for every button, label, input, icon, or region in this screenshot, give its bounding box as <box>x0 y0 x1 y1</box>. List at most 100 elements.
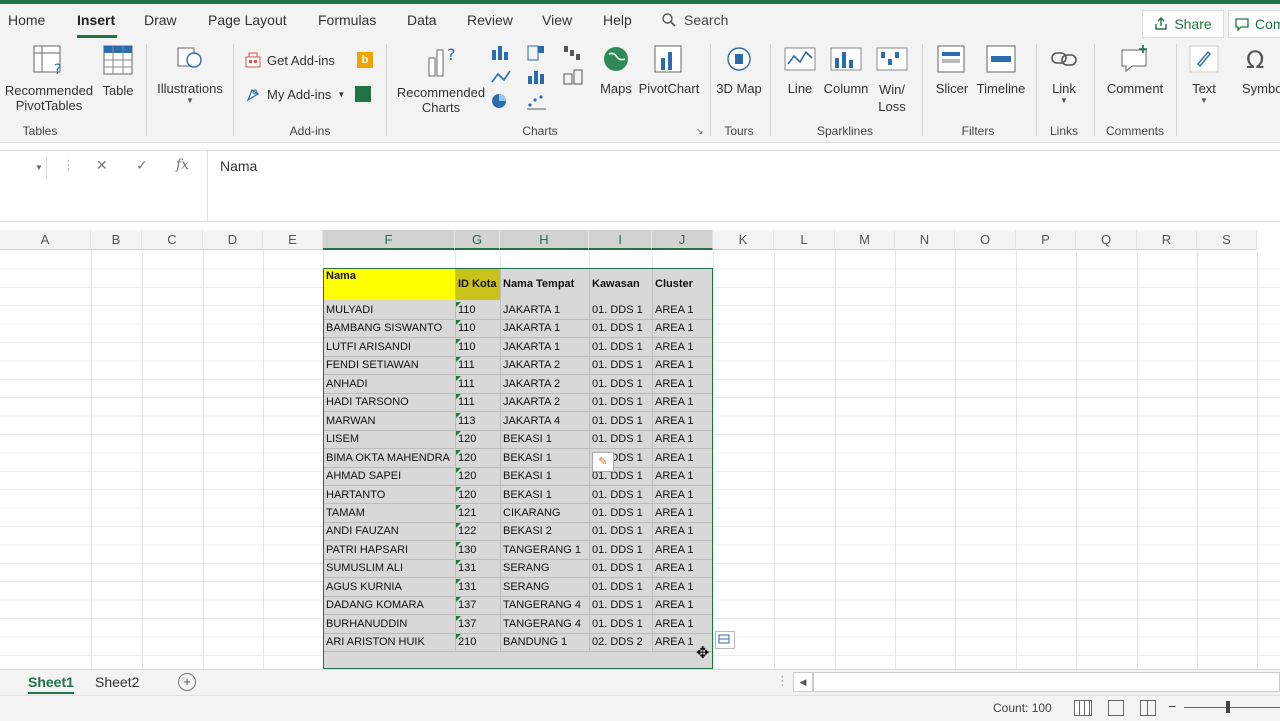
table-cell[interactable]: AREA 1 <box>652 467 713 485</box>
column-header-r[interactable]: R <box>1137 230 1197 250</box>
column-header-g[interactable]: G <box>455 230 500 250</box>
table-cell[interactable]: AREA 1 <box>652 578 713 596</box>
header-cell-nama[interactable]: Nama <box>323 270 455 282</box>
table-cell[interactable]: AREA 1 <box>652 486 713 504</box>
table-cell[interactable]: 01. DDS 1 <box>589 559 652 577</box>
table-cell[interactable]: AREA 1 <box>652 430 713 448</box>
symbols-button[interactable]: Ω Symbo <box>1236 44 1280 96</box>
table-cell[interactable]: BANDUNG 1 <box>500 633 589 651</box>
scroll-left-icon[interactable]: ◀ <box>793 672 813 692</box>
table-cell[interactable]: BEKASI 1 <box>500 467 589 485</box>
waterfall-chart-icon[interactable] <box>562 44 584 62</box>
column-header-h[interactable]: H <box>500 230 589 250</box>
table-cell[interactable]: TAMAM <box>323 504 455 522</box>
timeline-button[interactable]: Timeline <box>974 44 1028 96</box>
table-cell[interactable]: JAKARTA 2 <box>500 393 589 411</box>
zoom-slider[interactable] <box>1184 707 1280 708</box>
table-cell[interactable]: BAMBANG SISWANTO <box>323 319 455 337</box>
tab-data[interactable]: Data <box>407 12 437 28</box>
table-cell[interactable]: 01. DDS 1 <box>589 412 652 430</box>
table-cell[interactable]: ARI ARISTON HUIK <box>323 633 455 651</box>
formula-input[interactable]: Nama <box>207 151 1280 221</box>
link-button[interactable]: Link ▼ <box>1044 44 1084 105</box>
dialog-launcher-icon[interactable]: ↘ <box>696 126 704 137</box>
column-header-f[interactable]: F <box>323 230 455 250</box>
table-cell[interactable]: 01. DDS 1 <box>589 615 652 633</box>
table-cell[interactable]: 111 <box>455 356 500 374</box>
table-cell[interactable]: AREA 1 <box>652 412 713 430</box>
table-cell[interactable]: AREA 1 <box>652 338 713 356</box>
table-cell[interactable]: AREA 1 <box>652 596 713 614</box>
sheet-tab-sheet1[interactable]: Sheet1 <box>28 674 74 694</box>
column-chart-icon[interactable] <box>490 44 512 62</box>
page-layout-view-icon[interactable] <box>1108 700 1124 716</box>
table-cell[interactable]: 130 <box>455 541 500 559</box>
tab-draw[interactable]: Draw <box>144 12 177 28</box>
column-header-p[interactable]: P <box>1016 230 1076 250</box>
table-cell[interactable]: AREA 1 <box>652 375 713 393</box>
text-button[interactable]: Text ▼ <box>1186 44 1222 105</box>
table-cell[interactable]: ANDI FAUZAN <box>323 522 455 540</box>
normal-view-icon[interactable] <box>1074 700 1092 716</box>
table-cell[interactable]: 137 <box>455 615 500 633</box>
table-cell[interactable]: 01. DDS 1 <box>589 578 652 596</box>
tab-help[interactable]: Help <box>603 12 632 28</box>
column-header-j[interactable]: J <box>652 230 713 250</box>
tab-page-layout[interactable]: Page Layout <box>208 12 287 28</box>
table-cell[interactable]: AREA 1 <box>652 522 713 540</box>
table-cell[interactable]: JAKARTA 1 <box>500 319 589 337</box>
column-header-b[interactable]: B <box>91 230 142 250</box>
table-cell[interactable]: AGUS KURNIA <box>323 578 455 596</box>
table-cell[interactable]: 210 <box>455 633 500 651</box>
new-comment-button[interactable]: Comment <box>1100 44 1170 96</box>
table-cell[interactable]: CIKARANG <box>500 504 589 522</box>
statistic-chart-icon[interactable] <box>526 68 548 86</box>
table-cell[interactable]: 111 <box>455 375 500 393</box>
column-header-m[interactable]: M <box>835 230 895 250</box>
comments-button[interactable]: Com <box>1228 10 1280 38</box>
table-cell[interactable]: 121 <box>455 504 500 522</box>
table-cell[interactable]: JAKARTA 4 <box>500 412 589 430</box>
table-cell[interactable]: BEKASI 1 <box>500 430 589 448</box>
table-cell[interactable]: 01. DDS 1 <box>589 541 652 559</box>
table-cell[interactable]: BURHANUDDIN <box>323 615 455 633</box>
table-cell[interactable]: TANGERANG 4 <box>500 615 589 633</box>
table-cell[interactable]: 110 <box>455 301 500 319</box>
table-cell[interactable]: AREA 1 <box>652 449 713 467</box>
column-header-l[interactable]: L <box>774 230 835 250</box>
table-cell[interactable]: MULYADI <box>323 301 455 319</box>
quick-analysis-icon[interactable] <box>715 631 735 649</box>
tab-formulas[interactable]: Formulas <box>318 12 376 28</box>
tab-review[interactable]: Review <box>467 12 513 28</box>
table-cell[interactable]: 01. DDS 1 <box>589 393 652 411</box>
recommended-charts-button[interactable]: ? Recommended Charts <box>394 44 488 115</box>
sparkline-winloss-button[interactable]: Win/ Loss <box>872 44 912 115</box>
table-cell[interactable]: 01. DDS 1 <box>589 338 652 356</box>
get-addins-button[interactable]: Get Add-ins b <box>245 52 373 68</box>
header-cell-cluster[interactable]: Cluster <box>652 278 713 290</box>
table-cell[interactable]: JAKARTA 2 <box>500 375 589 393</box>
column-header-e[interactable]: E <box>263 230 323 250</box>
table-cell[interactable]: LUTFI ARISANDI <box>323 338 455 356</box>
table-cell[interactable]: BEKASI 2 <box>500 522 589 540</box>
table-cell[interactable]: JAKARTA 1 <box>500 338 589 356</box>
column-header-n[interactable]: N <box>895 230 955 250</box>
add-sheet-icon[interactable]: + <box>178 673 196 691</box>
table-cell[interactable]: 01. DDS 1 <box>589 596 652 614</box>
pivotchart-button[interactable]: PivotChart <box>638 44 700 96</box>
column-header-s[interactable]: S <box>1197 230 1257 250</box>
table-cell[interactable]: 122 <box>455 522 500 540</box>
name-box[interactable]: ▼ <box>0 157 47 179</box>
header-cell-nama-tempat[interactable]: Nama Tempat <box>500 278 589 290</box>
table-cell[interactable]: MARWAN <box>323 412 455 430</box>
combo-chart-icon[interactable] <box>562 68 584 86</box>
zoom-out-icon[interactable]: − <box>1168 698 1176 714</box>
table-cell[interactable]: SERANG <box>500 559 589 577</box>
table-cell[interactable]: AREA 1 <box>652 301 713 319</box>
table-cell[interactable]: 01. DDS 1 <box>589 522 652 540</box>
tab-view[interactable]: View <box>542 12 572 28</box>
share-button[interactable]: Share <box>1142 10 1224 38</box>
table-cell[interactable]: 120 <box>455 467 500 485</box>
horizontal-scrollbar[interactable] <box>813 672 1280 692</box>
pie-chart-icon[interactable] <box>490 92 512 110</box>
